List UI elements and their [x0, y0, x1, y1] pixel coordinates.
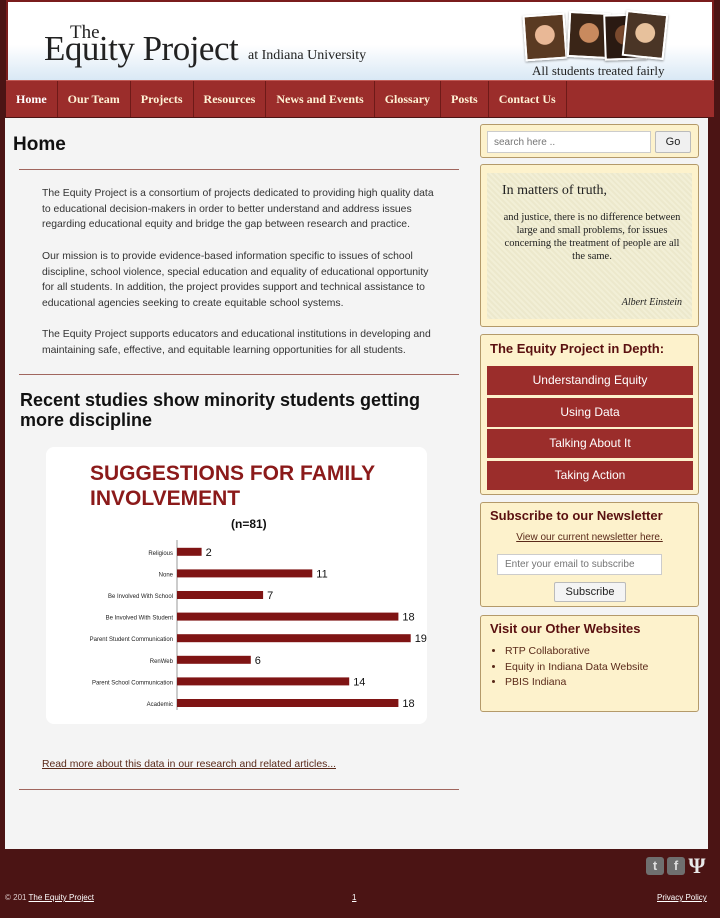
- copyright-text: © 201: [5, 893, 27, 902]
- quote-box: In matters of truth, and justice, there …: [480, 164, 699, 327]
- bar: [177, 591, 264, 599]
- newsletter-link[interactable]: View our current newsletter here.: [481, 532, 698, 543]
- category-label: Be Involved With School: [108, 594, 173, 600]
- in-depth-title: The Equity Project in Depth:: [490, 341, 665, 356]
- bar: [177, 612, 399, 621]
- facebook-glyph: f: [673, 858, 679, 873]
- main-nav: Home Our Team Projects Resources News an…: [6, 80, 714, 117]
- value-label: 11: [316, 568, 327, 580]
- quote-author: Albert Einstein: [621, 297, 682, 308]
- value-label: 18: [402, 612, 414, 624]
- nav-our-team[interactable]: Our Team: [58, 81, 131, 117]
- divider: [19, 169, 459, 170]
- nav-glossary[interactable]: Glossary: [375, 81, 442, 117]
- category-label: Parent School Communication: [92, 680, 173, 686]
- category-label: Parent Student Communication: [90, 637, 173, 643]
- bar: [177, 634, 411, 643]
- copyright: © 201 The Equity Project: [5, 893, 94, 902]
- nav-contact-us[interactable]: Contact Us: [489, 81, 567, 117]
- footer-link[interactable]: 1: [352, 893, 356, 902]
- iu-trident-icon[interactable]: Ψ: [688, 855, 706, 877]
- value-label: 18: [402, 698, 414, 710]
- nav-news-and-events[interactable]: News and Events: [266, 81, 375, 117]
- copyright-link[interactable]: The Equity Project: [29, 893, 94, 902]
- talking-about-it-button[interactable]: Talking About It: [487, 429, 693, 458]
- other-websites-list: RTP Collaborative Equity in Indiana Data…: [505, 645, 648, 692]
- nav-home[interactable]: Home: [6, 81, 58, 117]
- chart-title: SUGGESTIONS FOR FAMILY: [90, 462, 375, 485]
- privacy-policy-link[interactable]: Privacy Policy: [657, 893, 707, 902]
- facebook-icon[interactable]: f: [667, 857, 685, 875]
- article-title[interactable]: Recent studies show minority students ge…: [20, 390, 460, 430]
- divider: [19, 374, 459, 375]
- divider: [19, 789, 459, 790]
- chart-title: INVOLVEMENT: [90, 487, 240, 510]
- link-equity-indiana-data[interactable]: Equity in Indiana Data Website: [505, 661, 648, 673]
- category-label: Religious: [148, 551, 173, 557]
- chart-card: SUGGESTIONS FOR FAMILY INVOLVEMENT (n=81) R…: [46, 447, 427, 724]
- bar: [177, 655, 251, 664]
- category-label: Be Involved With Student: [106, 616, 174, 622]
- other-websites-title: Visit our Other Websites: [490, 621, 641, 636]
- using-data-button[interactable]: Using Data: [487, 398, 693, 427]
- mission-paragraph: Our mission is to provide evidence-based…: [42, 251, 429, 309]
- sidebar: Go In matters of truth, and justice, the…: [475, 118, 708, 849]
- value-label: 19: [415, 633, 427, 645]
- twitter-glyph: t: [652, 858, 658, 873]
- bar: [177, 547, 202, 556]
- search-go-button[interactable]: Go: [655, 131, 691, 153]
- logo-title[interactable]: Equity Project: [44, 29, 239, 69]
- newsletter-title: Subscribe to our Newsletter: [490, 508, 663, 523]
- nav-resources[interactable]: Resources: [194, 81, 267, 117]
- site-header: The Equity Project at Indiana University…: [6, 0, 714, 80]
- twitter-icon[interactable]: t: [646, 857, 664, 875]
- category-label: Academic: [147, 702, 173, 708]
- search-box: Go: [480, 124, 699, 158]
- search-input[interactable]: [487, 131, 651, 153]
- quote-card: In matters of truth, and justice, there …: [487, 173, 692, 319]
- tagline: All students treated fairly: [532, 63, 665, 78]
- in-depth-box: The Equity Project in Depth: Understandi…: [480, 334, 699, 495]
- subscribe-button[interactable]: Subscribe: [554, 582, 626, 602]
- intro-paragraph: The Equity Project is a consortium of pr…: [42, 188, 434, 230]
- page-title: Home: [13, 134, 66, 155]
- value-label: 6: [255, 655, 261, 667]
- main-content: Home The Equity Project is a consortium …: [5, 118, 475, 849]
- nav-projects[interactable]: Projects: [131, 81, 194, 117]
- value-label: 2: [206, 547, 212, 559]
- read-more-link[interactable]: Read more about this data in our researc…: [42, 759, 336, 770]
- taking-action-button[interactable]: Taking Action: [487, 461, 693, 490]
- value-label: 7: [267, 590, 273, 602]
- email-field[interactable]: [497, 554, 662, 575]
- nav-posts[interactable]: Posts: [441, 81, 489, 117]
- other-websites-box: Visit our Other Websites RTP Collaborati…: [480, 615, 699, 712]
- category-label: RenWeb: [150, 659, 174, 665]
- bar: [177, 699, 399, 707]
- student-photo: [621, 9, 669, 61]
- newsletter-box: Subscribe to our Newsletter View our cur…: [480, 502, 699, 607]
- logo-subtitle: at Indiana University: [248, 48, 367, 63]
- bar-chart: SUGGESTIONS FOR FAMILYINVOLVEMENT (n=81) R…: [90, 462, 427, 710]
- understanding-equity-button[interactable]: Understanding Equity: [487, 366, 693, 395]
- quote-lead: In matters of truth,: [502, 183, 607, 198]
- value-label: 14: [353, 676, 365, 688]
- bar: [177, 677, 350, 686]
- support-paragraph: The Equity Project supports educators an…: [42, 329, 431, 356]
- bar: [177, 569, 313, 578]
- category-label: None: [159, 572, 174, 578]
- quote-text: and justice, there is no difference betw…: [503, 212, 681, 262]
- student-photo: [522, 12, 568, 62]
- header-photos: [522, 9, 669, 62]
- iu-glyph: Ψ: [688, 853, 706, 878]
- chart-subtitle: (n=81): [231, 517, 267, 531]
- link-rtp-collaborative[interactable]: RTP Collaborative: [505, 645, 648, 657]
- link-pbis-indiana[interactable]: PBIS Indiana: [505, 676, 648, 688]
